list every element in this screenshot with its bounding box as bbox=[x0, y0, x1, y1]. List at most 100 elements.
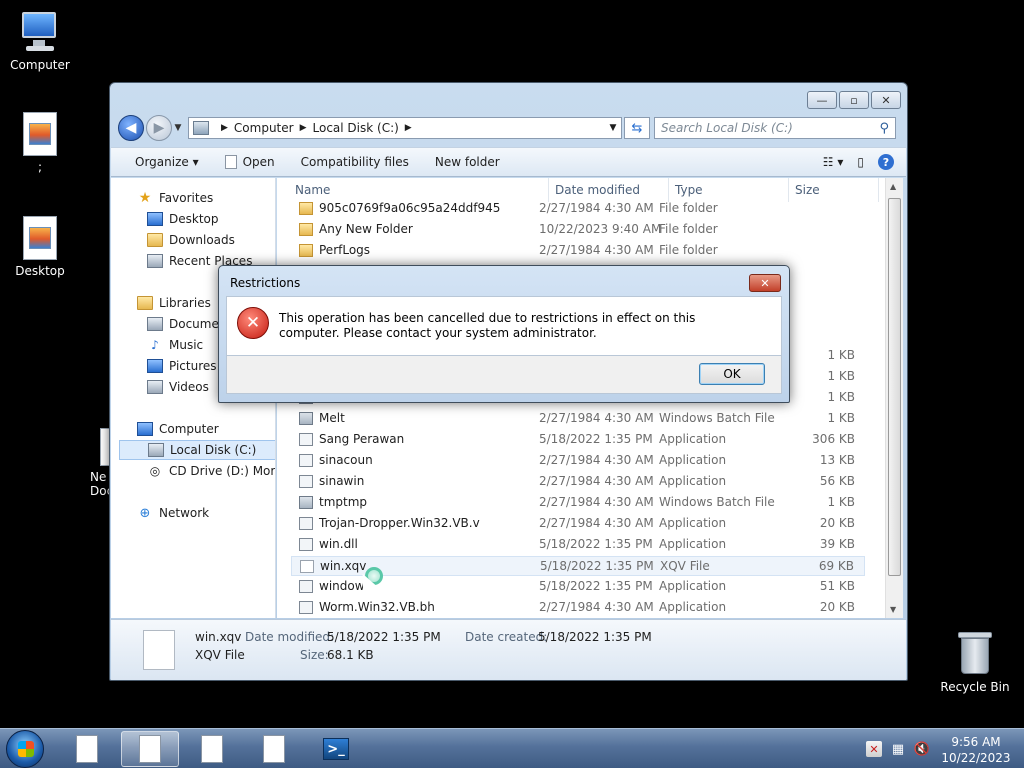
address-bar[interactable]: ▶ Computer ▶ Local Disk (C:) ▶ ▼ bbox=[188, 117, 622, 139]
desktop-icon-file[interactable]: ; bbox=[0, 112, 80, 174]
nav-libraries[interactable]: Libraries bbox=[137, 293, 211, 313]
file-name-text: Trojan-Dropper.Win32.VB.v bbox=[319, 516, 480, 530]
file-row[interactable]: PerfLogs 2/27/1984 4:30 AM File folder bbox=[291, 241, 865, 261]
taskbar-app-powershell[interactable]: >_ bbox=[307, 731, 365, 767]
nav-cd-drive[interactable]: ◎ CD Drive (D:) Moron bbox=[147, 461, 275, 481]
file-row[interactable]: 905c0769f9a06c95a24ddf945 2/27/1984 4:30 … bbox=[291, 199, 865, 219]
dialog-title: Restrictions bbox=[230, 276, 301, 290]
nav-computer[interactable]: Computer bbox=[137, 419, 219, 439]
vertical-scrollbar[interactable]: ▲ ▼ bbox=[885, 178, 903, 618]
scroll-up-icon[interactable]: ▲ bbox=[890, 182, 896, 191]
nav-network[interactable]: ⊕ Network bbox=[137, 503, 210, 523]
compatibility-files-button[interactable]: Compatibility files bbox=[301, 155, 409, 169]
taskbar-app-3[interactable] bbox=[183, 731, 241, 767]
action-center-icon[interactable]: ✕ bbox=[866, 741, 882, 757]
file-type: Application bbox=[659, 537, 727, 551]
file-row[interactable]: Trojan-Dropper.Win32.VB.v 2/27/1984 4:30 … bbox=[291, 514, 865, 534]
address-dropdown[interactable]: ▼ bbox=[605, 123, 621, 133]
dialog-close-button[interactable]: ✕ bbox=[749, 274, 781, 292]
taskbar-app-1[interactable] bbox=[58, 731, 116, 767]
file-name-text: win.dll bbox=[319, 537, 358, 551]
file-date: 2/27/1984 4:30 AM bbox=[539, 495, 654, 509]
details-pane: win.xqv XQV File Date modified: 5/18/202… bbox=[111, 619, 906, 680]
scroll-down-icon[interactable]: ▼ bbox=[890, 605, 896, 614]
minimize-button[interactable]: — bbox=[807, 91, 837, 109]
file-name-text: Worm.Win32.VB.bh bbox=[319, 600, 435, 614]
nav-favorites[interactable]: ★ Favorites bbox=[137, 188, 214, 208]
desktop-icon-new-document[interactable]: Ne Doc bbox=[70, 428, 130, 498]
details-size-label: Size: bbox=[300, 648, 329, 662]
organize-button[interactable]: Organize ▾ bbox=[135, 155, 199, 169]
help-icon[interactable]: ? bbox=[878, 154, 894, 170]
view-options-icon[interactable]: ☷ ▾ bbox=[823, 155, 844, 169]
file-type: File folder bbox=[659, 243, 718, 257]
file-type: Application bbox=[659, 579, 727, 593]
file-row[interactable]: Sang Perawan 5/18/2022 1:35 PM Application… bbox=[291, 430, 865, 450]
file-type: Application bbox=[659, 474, 727, 488]
taskbar-app-explorer[interactable] bbox=[121, 731, 179, 767]
app-icon bbox=[299, 474, 313, 488]
file-name: Sang Perawan bbox=[299, 432, 404, 446]
volume-muted-icon[interactable]: 🔇 bbox=[914, 741, 930, 757]
clock[interactable]: 9:56 AM 10/22/2023 bbox=[936, 734, 1016, 766]
new-folder-button[interactable]: New folder bbox=[435, 155, 500, 169]
chevron-right-icon: ▶ bbox=[299, 123, 307, 133]
file-name: PerfLogs bbox=[299, 243, 370, 257]
file-preview-icon bbox=[143, 630, 175, 670]
file-name-text: PerfLogs bbox=[319, 243, 371, 257]
command-bar: Organize ▾ Open Compatibility files New … bbox=[111, 147, 906, 177]
file-row[interactable]: sinacoun 2/27/1984 4:30 AM Application 13 K… bbox=[291, 451, 865, 471]
ok-button[interactable]: OK bbox=[699, 363, 765, 385]
search-input[interactable]: Search Local Disk (C:) ⚲ bbox=[654, 117, 896, 139]
file-row[interactable]: Melt 2/27/1984 4:30 AM Windows Batch File 1… bbox=[291, 409, 865, 429]
refresh-button[interactable]: ⇆ bbox=[624, 117, 650, 139]
folder-icon bbox=[299, 243, 313, 257]
desktop-icon-recycle-bin[interactable]: Recycle Bin bbox=[935, 632, 1015, 694]
start-button[interactable] bbox=[6, 730, 44, 768]
taskbar: >_ ✕ ▦ 🔇 9:56 AM 10/22/2023 bbox=[0, 728, 1024, 768]
network-icon: ⊕ bbox=[139, 505, 151, 521]
maximize-button[interactable]: ▫ bbox=[839, 91, 869, 109]
forward-button[interactable]: ▶ bbox=[146, 115, 172, 141]
bat-icon bbox=[299, 495, 313, 509]
desktop-icon-label: Recycle Bin bbox=[940, 680, 1010, 694]
file-row[interactable]: win.dll 5/18/2022 1:35 PM Application 39 KB bbox=[291, 535, 865, 555]
file-name: Worm.Win32.VB.bh bbox=[299, 600, 435, 614]
file-row[interactable]: Worm.Win32.VB.bh 2/27/1984 4:30 AM Applica… bbox=[291, 598, 865, 618]
file-row[interactable]: Any New Folder 10/22/2023 9:40 AM File fol… bbox=[291, 220, 865, 240]
scrollbar-thumb[interactable] bbox=[888, 198, 901, 576]
details-modified-label: Date modified: bbox=[245, 630, 335, 644]
doc-icon bbox=[300, 559, 314, 573]
file-name: window bbox=[299, 579, 365, 593]
file-type: Windows Batch File bbox=[659, 411, 775, 425]
details-created-label: Date created: bbox=[465, 630, 548, 644]
nav-music[interactable]: ♪ Music bbox=[147, 335, 203, 355]
preview-pane-icon[interactable]: ▯ bbox=[857, 155, 864, 169]
breadcrumb-local-disk[interactable]: Local Disk (C:) bbox=[313, 121, 399, 135]
nav-downloads[interactable]: Downloads bbox=[147, 230, 235, 250]
file-row[interactable]: tmptmp 2/27/1984 4:30 AM Windows Batch Fil… bbox=[291, 493, 865, 513]
column-label: Date modified bbox=[555, 183, 641, 197]
nav-pictures[interactable]: Pictures bbox=[147, 356, 217, 376]
file-row[interactable]: sinawin 2/27/1984 4:30 AM Application 56 KB bbox=[291, 472, 865, 492]
file-size: 20 KB bbox=[819, 600, 855, 614]
nav-local-disk[interactable]: Local Disk (C:) bbox=[119, 440, 275, 460]
network-tray-icon[interactable]: ▦ bbox=[890, 741, 906, 757]
history-dropdown[interactable]: ▼ bbox=[172, 123, 184, 133]
folder-icon bbox=[299, 222, 313, 236]
details-file-type: XQV File bbox=[195, 648, 245, 662]
file-name-text: Melt bbox=[319, 411, 345, 425]
nav-desktop[interactable]: Desktop bbox=[147, 209, 219, 229]
breadcrumb-computer[interactable]: Computer bbox=[234, 121, 294, 135]
taskbar-app-4[interactable] bbox=[245, 731, 303, 767]
app-icon bbox=[299, 579, 313, 593]
desktop-icon-desktop[interactable]: Desktop bbox=[0, 216, 80, 278]
nav-videos[interactable]: Videos bbox=[147, 377, 209, 397]
desktop-icon-computer[interactable]: Computer bbox=[0, 10, 80, 72]
file-size: 56 KB bbox=[819, 474, 855, 488]
back-button[interactable]: ◀ bbox=[118, 115, 144, 141]
open-button[interactable]: Open bbox=[224, 155, 275, 169]
desktop-icon-label: Desktop bbox=[15, 264, 65, 278]
details-size-value: 68.1 KB bbox=[327, 648, 374, 662]
close-button[interactable]: ✕ bbox=[871, 91, 901, 109]
